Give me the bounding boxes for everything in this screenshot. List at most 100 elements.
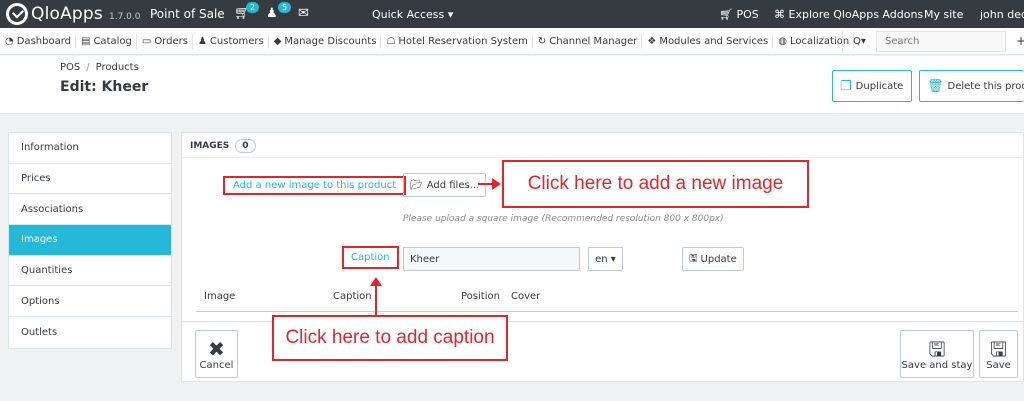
nav-icon: ♟ <box>197 36 207 47</box>
annotation-add-image: Click here to add a new image <box>502 160 809 208</box>
annotation-arrow-right <box>478 178 501 190</box>
envelope-icon[interactable]: ✉ <box>298 6 309 21</box>
orders-badge: 2 <box>246 2 260 13</box>
tab-outlets[interactable]: Outlets <box>9 317 171 348</box>
nav-item-label: Orders <box>154 36 188 47</box>
tab-associations[interactable]: Associations <box>9 194 171 226</box>
floppy-disk-icon: 🖫︎ <box>989 336 1008 361</box>
save-button[interactable]: 🖫︎ Save <box>979 330 1018 378</box>
floppy-disk-icon: 🖫︎ <box>928 336 946 361</box>
add-new-image-link[interactable]: Add a new image to this product <box>223 176 407 195</box>
duplicate-label: Duplicate <box>855 80 904 92</box>
nav-item-orders[interactable]: ▭ Orders <box>137 34 193 49</box>
floppy-disk-icon: 🖫︎ <box>689 252 698 264</box>
nav-icon: ▭ <box>141 36 152 47</box>
customers-badge: 5 <box>278 2 292 13</box>
tab-options[interactable]: Options <box>9 286 171 318</box>
cancel-label: Cancel <box>199 359 234 371</box>
trash-icon: 🗑︎ <box>927 78 944 94</box>
search-input[interactable] <box>876 31 1006 52</box>
pos-link[interactable]: 🛒︎ POS <box>719 8 759 21</box>
main-nav: ◔ Dashboard ▤ Catalog ▭ Orders ♟ Customers ◆ Mana… <box>0 28 1024 55</box>
brand-logo[interactable]: QloApps 1.7.0.0 <box>6 3 140 25</box>
shop-name[interactable]: Point of Sale <box>150 7 225 21</box>
my-site-link[interactable]: My site <box>924 8 963 21</box>
nav-icon: ▤ <box>81 36 91 47</box>
nav-icon: ☖ <box>386 36 396 47</box>
cart-icon: 🛒︎ <box>719 8 733 21</box>
nav-item-label: Channel Manager <box>549 36 638 47</box>
delete-product-button[interactable]: 🗑︎ Delete this product <box>919 70 1024 102</box>
explore-addons-link[interactable]: ⌘ Explore QloApps Addons <box>774 8 923 21</box>
folder-open-icon: 📂︎ <box>410 179 423 191</box>
nav-item-label: Manage Discounts <box>284 36 377 47</box>
column-header-position: Position <box>461 291 500 302</box>
update-caption-button[interactable]: 🖫︎ Update <box>682 247 744 271</box>
nav-item-hotel-reservation-system[interactable]: ☖ Hotel Reservation System <box>381 34 533 49</box>
product-tabs: Information Prices Associations Images Quant… <box>8 132 172 349</box>
nav-icon: ❖ <box>647 36 657 47</box>
page-header: POS / Products Edit: Kheer ❐ Duplicate 🗑︎ … <box>0 56 1024 114</box>
delete-label: Delete this product <box>947 80 1024 92</box>
panel-title: IMAGES <box>190 141 230 151</box>
save-label: Save <box>986 359 1011 371</box>
table-divider <box>196 311 1018 312</box>
logo-check-icon <box>6 3 28 25</box>
brand-name: QloApps <box>31 4 103 24</box>
breadcrumb-separator: / <box>86 62 90 73</box>
copy-icon: ❐ <box>840 78 852 94</box>
close-icon: ✖ <box>208 336 225 361</box>
nav-item-label: Catalog <box>93 36 132 47</box>
save-and-stay-button[interactable]: 🖫︎ Save and stay <box>900 330 974 378</box>
quick-access-dropdown[interactable]: Quick Access ▾ <box>372 8 453 21</box>
page-title: Edit: Kheer <box>60 79 149 95</box>
top-bar: QloApps 1.7.0.0 Point of Sale 🛒︎ 2 ♟ 5 ✉… <box>0 0 1024 28</box>
caption-label: Caption <box>342 246 399 269</box>
search-type-dropdown[interactable]: Q▾ <box>842 31 876 52</box>
save-and-stay-label: Save and stay <box>901 359 973 371</box>
breadcrumb: POS / Products <box>60 62 139 73</box>
tab-prices[interactable]: Prices <box>9 164 171 195</box>
column-header-caption: Caption <box>333 291 372 302</box>
breadcrumb-root[interactable]: POS <box>60 62 80 73</box>
column-header-image: Image <box>204 291 236 302</box>
pos-label: POS <box>736 8 759 21</box>
nav-item-channel-manager[interactable]: ↻ Channel Manager <box>533 34 643 49</box>
nav-item-label: Customers <box>209 36 264 47</box>
user-menu[interactable]: john deo <box>980 8 1024 21</box>
duplicate-button[interactable]: ❐ Duplicate <box>832 70 912 102</box>
tab-quantities[interactable]: Quantities <box>9 256 171 287</box>
nav-item-dashboard[interactable]: ◔ Dashboard <box>0 34 76 49</box>
tab-images[interactable]: Images <box>9 225 171 256</box>
nav-item-customers[interactable]: ♟ Customers <box>193 34 269 49</box>
annotation-arrow-up <box>370 277 382 316</box>
caption-input[interactable] <box>403 247 580 271</box>
explore-label: Explore QloApps Addons <box>788 8 924 21</box>
user-icon[interactable]: ♟ <box>266 6 278 21</box>
column-header-cover: Cover <box>511 291 541 302</box>
nav-item-label: Hotel Reservation System <box>398 36 528 47</box>
annotation-add-caption: Click here to add caption <box>272 315 508 361</box>
upload-hint: Please upload a square image (Recommende… <box>403 214 724 224</box>
update-label: Update <box>700 253 737 265</box>
nav-item-label: Modules and Services <box>659 36 769 47</box>
nav-icon: ◆ <box>273 36 282 47</box>
nav-more-icon[interactable]: + <box>1016 34 1024 48</box>
puzzle-icon: ⌘ <box>774 8 785 21</box>
nav-icon: ↻ <box>537 36 547 47</box>
nav-icon: ◍ <box>778 36 787 47</box>
image-count-badge: 0 <box>235 139 256 153</box>
nav-icon: ◔ <box>5 36 14 47</box>
nav-item-modules-and-services[interactable]: ❖ Modules and Services <box>642 34 774 49</box>
tab-information[interactable]: Information <box>9 133 171 164</box>
nav-item-manage-discounts[interactable]: ◆ Manage Discounts <box>269 34 382 49</box>
add-files-label: Add files... <box>426 179 480 191</box>
nav-items: ◔ Dashboard ▤ Catalog ▭ Orders ♟ Customers ◆ Mana… <box>0 28 855 55</box>
search-area: Q▾ <box>842 31 1006 52</box>
nav-item-label: Dashboard <box>16 36 71 47</box>
breadcrumb-current[interactable]: Products <box>96 62 139 73</box>
cancel-button[interactable]: ✖ Cancel <box>195 330 238 378</box>
add-files-button[interactable]: 📂︎ Add files... <box>403 173 487 197</box>
nav-item-catalog[interactable]: ▤ Catalog <box>76 34 137 49</box>
language-dropdown[interactable]: en ▾ <box>588 247 623 271</box>
